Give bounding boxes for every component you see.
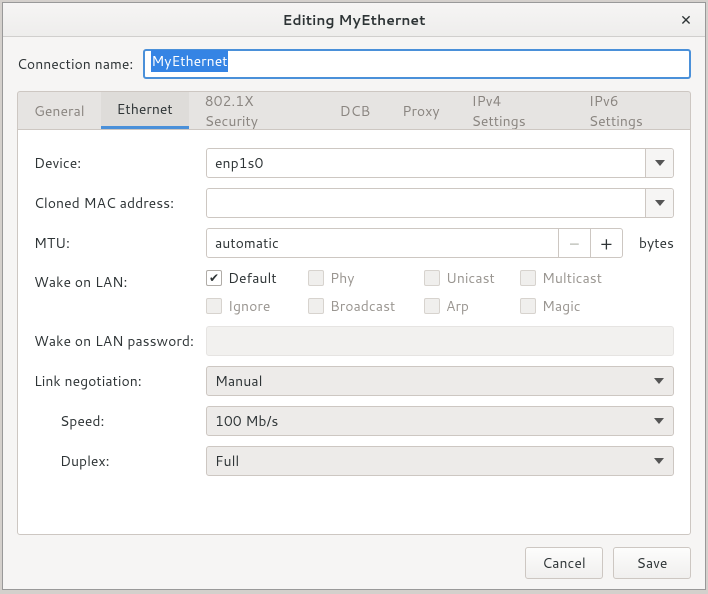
checkbox-icon <box>520 298 536 314</box>
save-button[interactable]: Save <box>613 547 691 579</box>
checkbox-icon <box>308 298 324 314</box>
mtu-decrement-button[interactable]: − <box>558 229 590 257</box>
checkbox-icon <box>206 298 222 314</box>
connection-name-input[interactable]: MyEthernet <box>143 49 691 79</box>
tab-dcb[interactable]: DCB <box>324 92 387 129</box>
device-combo[interactable]: enp1s0 <box>206 148 674 178</box>
close-icon: ✕ <box>680 10 692 30</box>
titlebar: Editing MyEthernet ✕ <box>3 3 705 37</box>
tab-ethernet[interactable]: Ethernet <box>101 92 189 129</box>
tab-bar: General Ethernet 802.1X Security DCB Pro… <box>17 91 691 129</box>
wol-phy: Phy <box>308 268 418 288</box>
link-negotiation-select[interactable]: Manual <box>206 366 674 396</box>
mtu-label: MTU: <box>34 233 206 253</box>
duplex-select[interactable]: Full <box>206 446 674 476</box>
device-label: Device: <box>34 153 206 173</box>
mtu-spin[interactable]: automatic − + <box>206 228 623 258</box>
wol-unicast: Unicast <box>424 268 514 288</box>
wol-ignore: Ignore <box>206 296 302 316</box>
connection-name-row: Connection name: MyEthernet <box>17 49 691 79</box>
speed-value: 100 Mb/s <box>215 411 278 431</box>
wol-default[interactable]: Default <box>206 268 302 288</box>
close-button[interactable]: ✕ <box>675 9 697 31</box>
connection-name-label: Connection name: <box>17 54 133 74</box>
chevron-down-icon <box>645 189 673 217</box>
wol-multicast: Multicast <box>520 268 620 288</box>
wol-magic: Magic <box>520 296 620 316</box>
tab-ipv6[interactable]: IPv6 Settings <box>573 92 690 129</box>
chevron-down-icon <box>645 149 673 177</box>
mtu-unit: bytes <box>639 233 674 253</box>
dialog-buttons: Cancel Save <box>17 535 691 579</box>
wol-arp: Arp <box>424 296 514 316</box>
link-negotiation-value: Manual <box>215 371 262 391</box>
chevron-down-icon <box>645 407 673 435</box>
checkbox-icon <box>424 298 440 314</box>
tab-general[interactable]: General <box>18 92 101 129</box>
chevron-down-icon <box>645 367 673 395</box>
device-value: enp1s0 <box>215 153 263 173</box>
cloned-mac-label: Cloned MAC address: <box>34 193 206 213</box>
tab-8021x[interactable]: 802.1X Security <box>189 92 324 129</box>
checkbox-checked-icon <box>206 270 222 286</box>
dialog-window: Editing MyEthernet ✕ Connection name: My… <box>2 2 706 590</box>
wol-options: Default Phy Unicast Multicast Ignore Bro… <box>206 268 620 316</box>
wol-password-label: Wake on LAN password: <box>34 331 206 351</box>
mtu-increment-button[interactable]: + <box>590 229 622 257</box>
duplex-value: Full <box>215 451 239 471</box>
speed-select[interactable]: 100 Mb/s <box>206 406 674 436</box>
cancel-button[interactable]: Cancel <box>525 547 603 579</box>
chevron-down-icon <box>645 447 673 475</box>
tab-ipv4[interactable]: IPv4 Settings <box>456 92 573 129</box>
checkbox-icon <box>520 270 536 286</box>
connection-name-value: MyEthernet <box>151 50 227 72</box>
duplex-label: Duplex: <box>34 451 206 471</box>
wol-password-input <box>206 326 674 356</box>
mtu-value: automatic <box>207 229 558 257</box>
wol-broadcast: Broadcast <box>308 296 418 316</box>
wol-label: Wake on LAN: <box>34 268 206 292</box>
cloned-mac-combo[interactable] <box>206 188 674 218</box>
tab-proxy[interactable]: Proxy <box>386 92 455 129</box>
link-negotiation-label: Link negotiation: <box>34 371 206 391</box>
window-title: Editing MyEthernet <box>282 10 425 30</box>
speed-label: Speed: <box>34 411 206 431</box>
checkbox-icon <box>424 270 440 286</box>
content-area: Connection name: MyEthernet General Ethe… <box>3 37 705 589</box>
ethernet-panel: Device: enp1s0 Cloned MAC address: <box>17 129 691 535</box>
checkbox-icon <box>308 270 324 286</box>
